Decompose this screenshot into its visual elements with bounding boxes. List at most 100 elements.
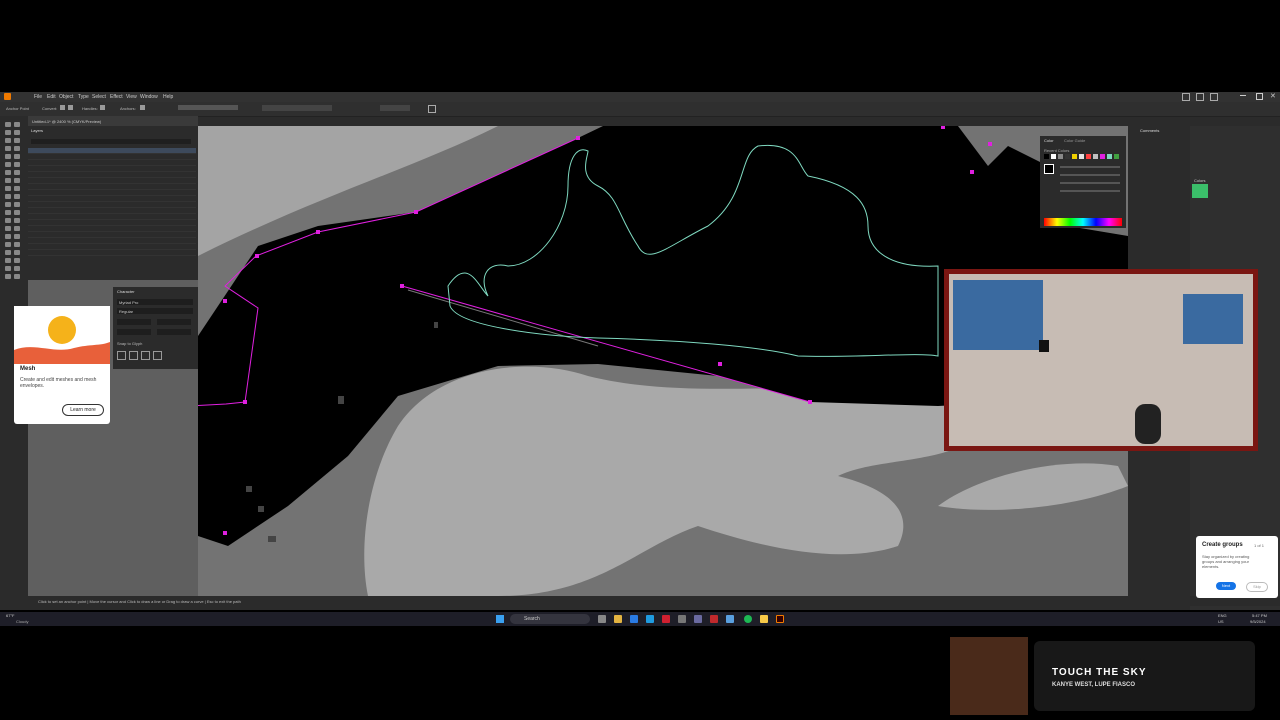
tool-icon[interactable] xyxy=(5,258,11,263)
menu-object[interactable]: Object xyxy=(59,94,73,100)
menu-view[interactable]: View xyxy=(126,94,137,100)
tool-icon[interactable] xyxy=(14,162,20,167)
spotify-icon[interactable] xyxy=(744,615,752,623)
tool-icon[interactable] xyxy=(14,194,20,199)
task-view-icon[interactable] xyxy=(598,615,606,623)
tool-icon[interactable] xyxy=(14,258,20,263)
maximize-icon[interactable] xyxy=(1256,93,1263,100)
tool-icon[interactable] xyxy=(5,194,11,199)
tool-icon[interactable] xyxy=(14,130,20,135)
app-blue-icon[interactable] xyxy=(726,615,734,623)
learn-more-button[interactable]: Learn more xyxy=(62,404,104,416)
tool-icon[interactable] xyxy=(14,186,20,191)
recent-swatch[interactable] xyxy=(1058,154,1063,159)
next-button[interactable]: Next xyxy=(1216,582,1236,590)
tool-icon[interactable] xyxy=(14,210,20,215)
tool-icon[interactable] xyxy=(5,154,11,159)
tool-icon[interactable] xyxy=(14,234,20,239)
lang-indicator[interactable]: ENG xyxy=(1218,613,1227,618)
tool-icon[interactable] xyxy=(5,122,11,127)
convert-corner-icon[interactable] xyxy=(60,105,65,110)
tool-icon[interactable] xyxy=(14,274,20,279)
store-icon[interactable] xyxy=(646,615,654,623)
tool-icon[interactable] xyxy=(5,186,11,191)
tool-icon[interactable] xyxy=(5,250,11,255)
glyph-icon-2[interactable] xyxy=(129,351,138,360)
tool-icon[interactable] xyxy=(5,266,11,271)
app-icon[interactable] xyxy=(678,615,686,623)
tool-icon[interactable] xyxy=(5,170,11,175)
tool-icon[interactable] xyxy=(5,178,11,183)
tool-icon[interactable] xyxy=(5,210,11,215)
tool-icon[interactable] xyxy=(14,218,20,223)
tool-icon[interactable] xyxy=(5,162,11,167)
menu-file[interactable]: File xyxy=(34,94,42,100)
layer-row[interactable] xyxy=(28,250,196,256)
menu-edit[interactable]: Edit xyxy=(47,94,56,100)
search-icon[interactable] xyxy=(1196,93,1204,101)
slider-y[interactable] xyxy=(1060,182,1120,184)
illustrator-taskbar-icon[interactable] xyxy=(776,615,784,623)
wh-fields[interactable] xyxy=(380,105,410,111)
minimize-icon[interactable] xyxy=(1240,95,1246,96)
share-icon[interactable] xyxy=(1182,93,1190,101)
app-red2-icon[interactable] xyxy=(710,615,718,623)
isolate-icon[interactable] xyxy=(428,105,436,113)
tool-icon[interactable] xyxy=(5,226,11,231)
recent-swatch[interactable] xyxy=(1079,154,1084,159)
tool-icon[interactable] xyxy=(5,218,11,223)
remove-anchor-icon[interactable] xyxy=(140,105,145,110)
recent-swatches[interactable] xyxy=(1044,154,1124,159)
recent-swatch[interactable] xyxy=(1051,154,1056,159)
color-guide-tab[interactable]: Color Guide xyxy=(1064,138,1085,143)
recent-swatch[interactable] xyxy=(1107,154,1112,159)
kerning-field[interactable] xyxy=(117,329,151,335)
tool-icon[interactable] xyxy=(14,178,20,183)
document-tab[interactable]: Untitled-1* @ 2400 % (CMYK/Preview) xyxy=(28,116,198,126)
tool-icon[interactable] xyxy=(14,138,20,143)
handles-icon[interactable] xyxy=(100,105,105,110)
workspace-icon[interactable] xyxy=(1210,93,1218,101)
tool-icon[interactable] xyxy=(14,122,20,127)
menu-effect[interactable]: Effect xyxy=(110,94,123,100)
tool-icon[interactable] xyxy=(14,146,20,151)
app-yellow-icon[interactable] xyxy=(760,615,768,623)
tool-icon[interactable] xyxy=(5,146,11,151)
menu-window[interactable]: Window xyxy=(140,94,158,100)
font-size-field[interactable] xyxy=(117,319,151,325)
tool-icon[interactable] xyxy=(5,274,11,279)
start-icon[interactable] xyxy=(496,615,504,623)
app-active-icon[interactable] xyxy=(694,615,702,623)
taskbar-search[interactable] xyxy=(510,614,590,624)
align-controls[interactable] xyxy=(178,105,238,110)
recent-swatch[interactable] xyxy=(1072,154,1077,159)
library-color-swatch[interactable] xyxy=(1192,184,1208,198)
recent-swatch[interactable] xyxy=(1086,154,1091,159)
slider-c[interactable] xyxy=(1060,166,1120,168)
menu-select[interactable]: Select xyxy=(92,94,106,100)
tool-icon[interactable] xyxy=(14,226,20,231)
color-tab[interactable]: Color xyxy=(1044,138,1054,143)
weather-temp[interactable]: 67°F xyxy=(6,613,15,618)
menu-type[interactable]: Type xyxy=(78,94,89,100)
slider-m[interactable] xyxy=(1060,174,1120,176)
tracking-field[interactable] xyxy=(157,329,191,335)
recent-swatch[interactable] xyxy=(1100,154,1105,159)
tool-icon[interactable] xyxy=(5,138,11,143)
comments-tab[interactable]: Comments xyxy=(1140,128,1159,133)
menu-help[interactable]: Help xyxy=(163,94,173,100)
clock-time[interactable]: 5:47 PM xyxy=(1252,613,1267,618)
glyph-icon-4[interactable] xyxy=(153,351,162,360)
tool-icon[interactable] xyxy=(5,242,11,247)
tool-icon[interactable] xyxy=(14,250,20,255)
tool-icon[interactable] xyxy=(14,266,20,271)
recent-swatch[interactable] xyxy=(1093,154,1098,159)
tool-icon[interactable] xyxy=(14,202,20,207)
fill-swatch[interactable] xyxy=(1044,164,1054,174)
skip-button[interactable]: Skip xyxy=(1246,582,1268,592)
app-red-icon[interactable] xyxy=(662,615,670,623)
edge-icon[interactable] xyxy=(630,615,638,623)
close-icon[interactable]: ✕ xyxy=(1270,92,1276,100)
recent-swatch[interactable] xyxy=(1065,154,1070,159)
leading-field[interactable] xyxy=(157,319,191,325)
